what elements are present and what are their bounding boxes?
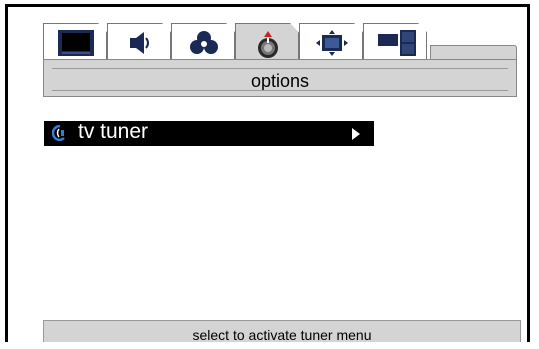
title-rule-bottom — [52, 90, 508, 91]
osd-frame: options tv tuner select to activate tune… — [5, 4, 530, 342]
tab-options[interactable] — [235, 23, 299, 63]
options-header: options — [43, 23, 520, 99]
tab-color[interactable] — [171, 23, 235, 61]
title-bar: options — [43, 59, 517, 97]
submenu-arrow-icon — [352, 128, 360, 140]
page-title: options — [250, 71, 310, 91]
tab-pip[interactable] — [363, 23, 427, 61]
status-bar: select to activate tuner menu — [43, 320, 521, 342]
title-rule-top — [52, 68, 508, 69]
status-text: select to activate tuner menu — [192, 327, 372, 342]
tab-audio[interactable] — [107, 23, 171, 61]
menu-item-tv-tuner[interactable]: tv tuner — [44, 120, 374, 146]
tab-picture[interactable] — [43, 23, 107, 61]
tuner-icon — [51, 124, 68, 146]
menu-item-label: tv tuner — [78, 120, 149, 143]
tab-screen[interactable] — [299, 23, 363, 61]
